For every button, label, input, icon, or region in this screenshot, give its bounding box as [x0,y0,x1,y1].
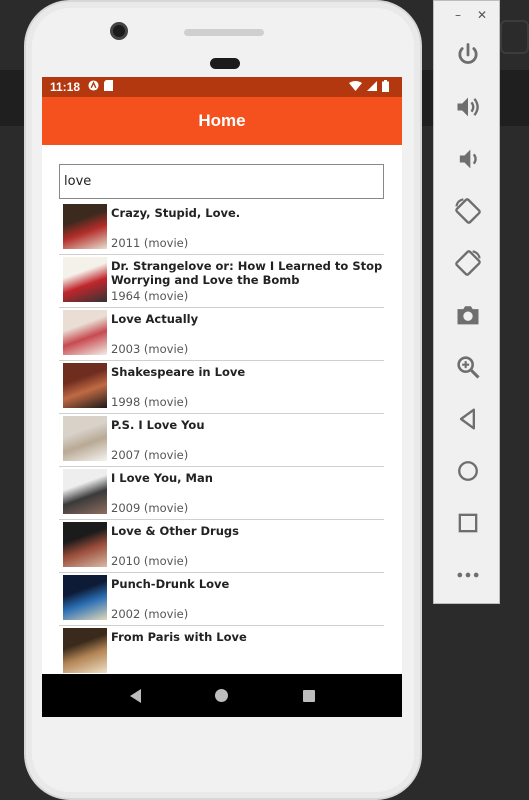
status-time: 11:18 [50,80,81,94]
movie-list-item[interactable]: Love Actually 2003 (movie) [59,308,384,361]
movie-info: From Paris with Love [111,628,384,674]
rotate-right-icon [454,250,481,276]
rotate-left-icon [454,198,481,224]
nav-home-button[interactable] [207,681,237,711]
desktop-window-edge [500,20,529,54]
search-input[interactable] [59,164,384,199]
page-title: Home [198,111,246,130]
toolbar-header: – ✕ [434,1,499,29]
movie-title: From Paris with Love [111,630,247,644]
movie-year: 2003 (movie) [111,342,189,356]
overview-button[interactable] [434,497,501,549]
status-bar: 11:18 [42,77,402,97]
wifi-icon [349,80,362,94]
nav-recents-button[interactable] [294,681,324,711]
movie-poster [63,416,107,461]
overview-icon [458,513,477,533]
movie-info: Crazy, Stupid, Love. 2011 (movie) [111,204,384,254]
cell-signal-icon [367,80,377,94]
movie-year: 2011 (movie) [111,236,189,250]
screenshot-button[interactable] [434,289,501,341]
movie-year: 1964 (movie) [111,289,189,303]
emulator-toolbar: – ✕ [433,0,500,604]
movie-list: Crazy, Stupid, Love. 2011 (movie) Dr. Stra… [59,202,384,674]
volume-down-icon [459,149,477,169]
nav-back-button[interactable] [120,681,150,711]
app-notification-icon [88,80,99,94]
home-icon [215,689,229,702]
movie-list-item[interactable]: From Paris with Love [59,626,384,674]
zoom-icon [456,356,480,379]
proximity-sensor [210,58,240,69]
battery-icon [382,79,389,95]
movie-info: I Love You, Man 2009 (movie) [111,469,384,519]
sd-card-icon [104,80,114,94]
movie-poster [63,469,107,514]
power-icon [457,43,478,64]
movie-info: P.S. I Love You 2007 (movie) [111,416,384,466]
volume-down-button[interactable] [434,133,501,185]
movie-list-item[interactable]: Love & Other Drugs 2010 (movie) [59,520,384,573]
zoom-button[interactable] [434,341,501,393]
earpiece-speaker [184,29,264,36]
minimize-button[interactable]: – [455,8,461,22]
back-button[interactable] [434,393,501,445]
movie-info: Punch-Drunk Love 2002 (movie) [111,575,384,625]
movie-list-item[interactable]: P.S. I Love You 2007 (movie) [59,414,384,467]
movie-poster [63,628,107,673]
movie-list-item[interactable]: Punch-Drunk Love 2002 (movie) [59,573,384,626]
movie-list-item[interactable]: Dr. Strangelove or: How I Learned to Sto… [59,255,384,308]
movie-list-item[interactable]: Crazy, Stupid, Love. 2011 (movie) [59,202,384,255]
movie-info: Love & Other Drugs 2010 (movie) [111,522,384,572]
rotate-right-button[interactable] [434,237,501,289]
power-button[interactable] [434,29,501,81]
back-icon [129,688,141,703]
movie-title: Punch-Drunk Love [111,577,230,591]
movie-poster [63,522,107,567]
movie-list-item[interactable]: Shakespeare in Love 1998 (movie) [59,361,384,414]
rotate-left-button[interactable] [434,185,501,237]
movie-poster [63,363,107,408]
navigation-bar [42,674,402,717]
movie-title: Dr. Strangelove or: How I Learned to Sto… [111,259,383,287]
movie-info: Shakespeare in Love 1998 (movie) [111,363,384,413]
movie-title: Love & Other Drugs [111,524,239,538]
movie-poster [63,204,107,249]
movie-year: 1998 (movie) [111,395,189,409]
movie-year: 2009 (movie) [111,501,189,515]
back-icon [459,408,475,430]
home-icon [457,461,478,481]
movie-title: I Love You, Man [111,471,213,485]
movie-title: P.S. I Love You [111,418,205,432]
app-bar: Home [42,97,402,145]
volume-up-icon [457,97,479,117]
movie-list-item[interactable]: I Love You, Man 2009 (movie) [59,467,384,520]
camera-icon [457,306,478,325]
movie-poster [63,257,107,302]
movie-year: 2010 (movie) [111,554,189,568]
movie-poster [63,575,107,620]
home-button[interactable] [434,445,501,497]
device-screen: 11:18 Home Crazy, Stupid, Love. 2011 (mov… [42,77,402,717]
movie-year: 2002 (movie) [111,607,189,621]
movie-title: Love Actually [111,312,199,326]
recents-icon [302,689,315,702]
movie-info: Dr. Strangelove or: How I Learned to Sto… [111,257,384,307]
movie-title: Shakespeare in Love [111,365,246,379]
main-content: Crazy, Stupid, Love. 2011 (movie) Dr. Stra… [42,145,402,674]
movie-poster [63,310,107,355]
more-icon [457,572,478,578]
more-button[interactable] [434,549,501,601]
close-button[interactable]: ✕ [477,8,487,22]
movie-title: Crazy, Stupid, Love. [111,206,241,220]
movie-info: Love Actually 2003 (movie) [111,310,384,360]
volume-up-button[interactable] [434,81,501,133]
movie-year: 2007 (movie) [111,448,189,462]
front-camera [110,22,128,40]
